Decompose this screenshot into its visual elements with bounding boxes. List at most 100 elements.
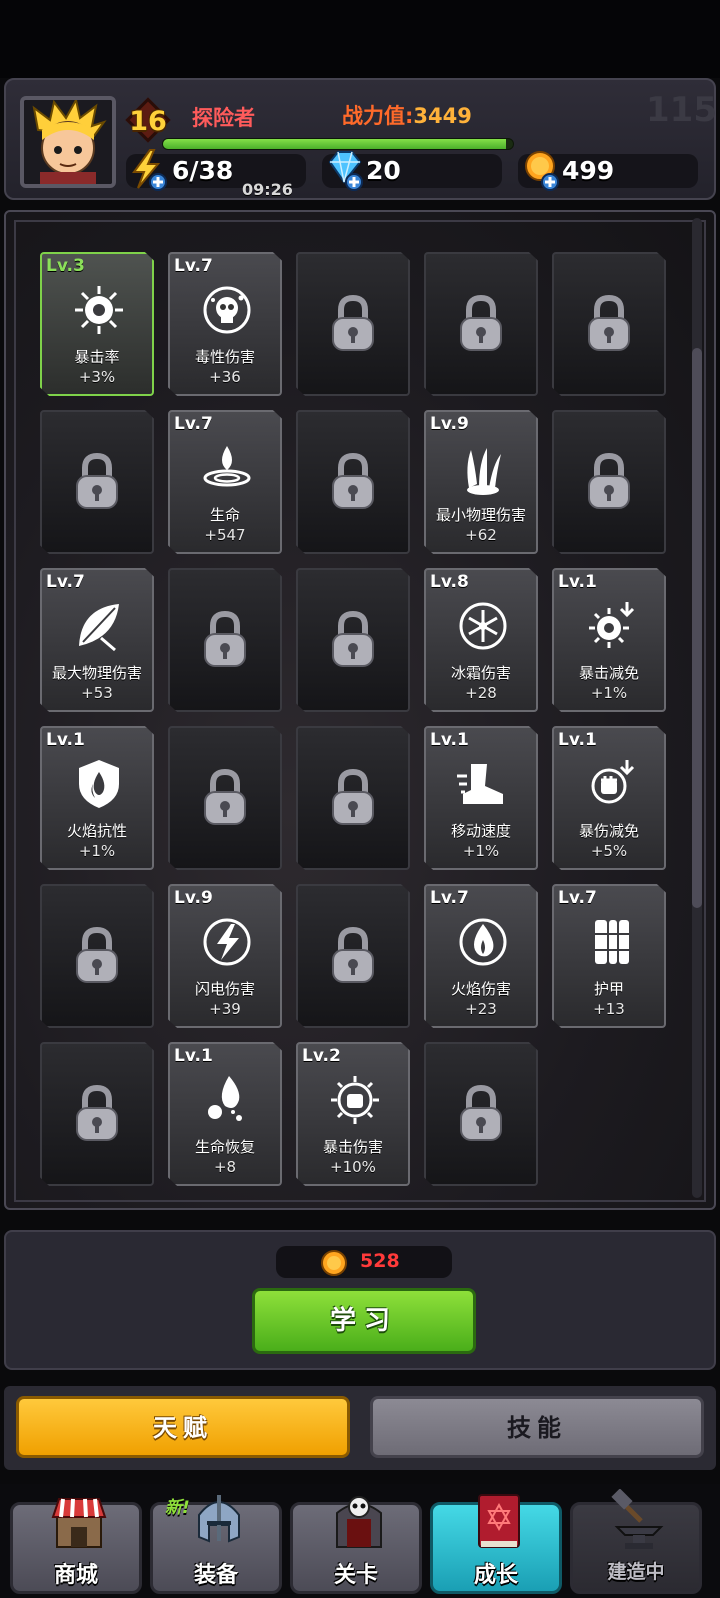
talent-name: 火焰伤害 [450, 980, 511, 998]
learn-cost: 528 [276, 1246, 452, 1278]
learn-area: 528 学习 [4, 1230, 716, 1370]
talent-level: Lv.8 [430, 572, 469, 592]
talent-scrollbar[interactable] [692, 218, 702, 1198]
talent-name: 护甲 [593, 980, 624, 998]
talent-level: Lv.1 [46, 730, 85, 750]
talent-level: Lv.7 [430, 888, 469, 908]
talent-tile[interactable]: Lv.7 毒性伤害 +36 [168, 252, 282, 396]
talent-level: Lv.1 [174, 1046, 213, 1066]
player-header: 16 探险者 战力值:3449 115 6/38 09:26 20 499 [4, 78, 717, 200]
tab-skill[interactable]: 技能 [370, 1396, 704, 1458]
talent-name: 暴击率 [74, 348, 120, 366]
nav-shop[interactable]: 商城 [10, 1498, 142, 1594]
lock-icon [460, 1084, 502, 1141]
talent-tile-locked[interactable] [296, 884, 410, 1028]
talent-value: +28 [465, 684, 497, 702]
talent-value: +3% [78, 368, 116, 386]
talent-name: 闪电伤害 [194, 980, 255, 998]
talent-tile-locked[interactable] [40, 884, 154, 1028]
talent-level: Lv.7 [174, 256, 213, 276]
tab-talent[interactable]: 天赋 [16, 1396, 350, 1458]
talent-value: +10% [330, 1158, 376, 1176]
talent-scroll-thumb[interactable] [692, 348, 702, 908]
talent-name: 最大物理伤害 [51, 664, 142, 682]
nav-stages[interactable]: 关卡 [290, 1496, 422, 1594]
talent-tile-locked[interactable] [424, 252, 538, 396]
talent-level: Lv.7 [558, 888, 597, 908]
talent-tile-locked[interactable] [40, 1042, 154, 1186]
nav-growth[interactable]: 成长 [430, 1494, 562, 1594]
coin-pill[interactable]: 499 [518, 151, 698, 191]
talent-tile[interactable]: Lv.3 暴击率 +3% [40, 252, 154, 396]
lock-icon [204, 768, 246, 825]
talent-level: Lv.1 [558, 730, 597, 750]
talent-value: +23 [465, 1000, 497, 1018]
fire-icon [459, 918, 507, 966]
claw-icon [467, 448, 501, 495]
coin-icon [321, 1250, 347, 1276]
talent-value: +5% [590, 842, 628, 860]
lock-icon [588, 294, 630, 351]
nav-shop-label: 商城 [53, 1563, 98, 1588]
talent-value: +53 [81, 684, 113, 702]
player-avatar[interactable] [20, 96, 116, 188]
talent-value: +547 [204, 526, 246, 544]
combat-power-label: 战力值: [342, 104, 414, 128]
lock-icon [588, 452, 630, 509]
lock-icon [76, 926, 118, 983]
talent-tile[interactable]: Lv.8 冰霜伤害 +28 [424, 568, 538, 712]
talent-tile[interactable]: Lv.1 暴伤减免 +5% [552, 726, 666, 870]
talent-value: +1% [462, 842, 500, 860]
talent-tile-locked[interactable] [168, 568, 282, 712]
nav-building[interactable]: 建造中 [570, 1489, 702, 1594]
talent-tile[interactable]: Lv.7 最大物理伤害 +53 [40, 568, 154, 712]
talent-name: 暴伤减免 [578, 822, 639, 840]
combat-power-value: 3449 [413, 104, 472, 128]
energy-bolt-icon [132, 149, 167, 191]
regen-drops-icon [208, 1076, 242, 1121]
crit-reduce-icon [589, 602, 635, 648]
talent-level: Lv.3 [46, 256, 85, 276]
anvil-hammer-icon [611, 1489, 664, 1549]
learn-button[interactable]: 学习 [252, 1288, 476, 1354]
talent-skill-tabs: 天赋 技能 [4, 1386, 716, 1470]
fist-reduce-icon [591, 760, 635, 804]
player-title: 探险者 [192, 106, 255, 130]
talent-tile-locked[interactable] [552, 252, 666, 396]
gem-pill[interactable]: 20 [322, 151, 502, 191]
lock-icon [332, 610, 374, 667]
talent-tile-locked[interactable] [424, 1042, 538, 1186]
status-bar-area [0, 0, 720, 78]
lock-icon [204, 610, 246, 667]
talent-tile[interactable]: Lv.9 闪电伤害 +39 [168, 884, 282, 1028]
talent-level: Lv.9 [174, 888, 213, 908]
talent-tile[interactable]: Lv.1 火焰抗性 +1% [40, 726, 154, 870]
talent-tile[interactable]: Lv.7 护甲 +13 [552, 884, 666, 1028]
helmet-icon [198, 1495, 240, 1543]
talent-value: +62 [465, 526, 497, 544]
talent-tile-locked[interactable] [296, 568, 410, 712]
nav-equipment[interactable]: 新! 装备 [150, 1495, 282, 1594]
talent-tile[interactable]: Lv.7 火焰伤害 +23 [424, 884, 538, 1028]
talent-tile[interactable]: Lv.7 生命 +547 [168, 410, 282, 554]
talent-tile[interactable]: Lv.1 生命恢复 +8 [168, 1042, 282, 1186]
talent-level: Lv.1 [558, 572, 597, 592]
talent-name: 移动速度 [450, 822, 511, 840]
talent-tile-locked[interactable] [296, 726, 410, 870]
lock-icon [76, 1084, 118, 1141]
combat-power: 战力值:3449 [342, 100, 472, 130]
lightning-icon [203, 918, 251, 966]
talent-tile[interactable]: Lv.9 最小物理伤害 +62 [424, 410, 538, 554]
talent-tile-locked[interactable] [296, 252, 410, 396]
player-level-badge: 16 [125, 97, 171, 143]
gem-icon [328, 151, 363, 191]
talent-tile-locked[interactable] [552, 410, 666, 554]
nav-growth-label: 成长 [473, 1563, 518, 1588]
talent-tile[interactable]: Lv.1 暴击减免 +1% [552, 568, 666, 712]
talent-tile-locked[interactable] [168, 726, 282, 870]
talent-tile-locked[interactable] [40, 410, 154, 554]
talent-tile[interactable]: Lv.1 移动速度 +1% [424, 726, 538, 870]
skull-gate-icon [336, 1496, 382, 1548]
talent-tile[interactable]: Lv.2 暴击伤害 +10% [296, 1042, 410, 1186]
talent-tile-locked[interactable] [296, 410, 410, 554]
